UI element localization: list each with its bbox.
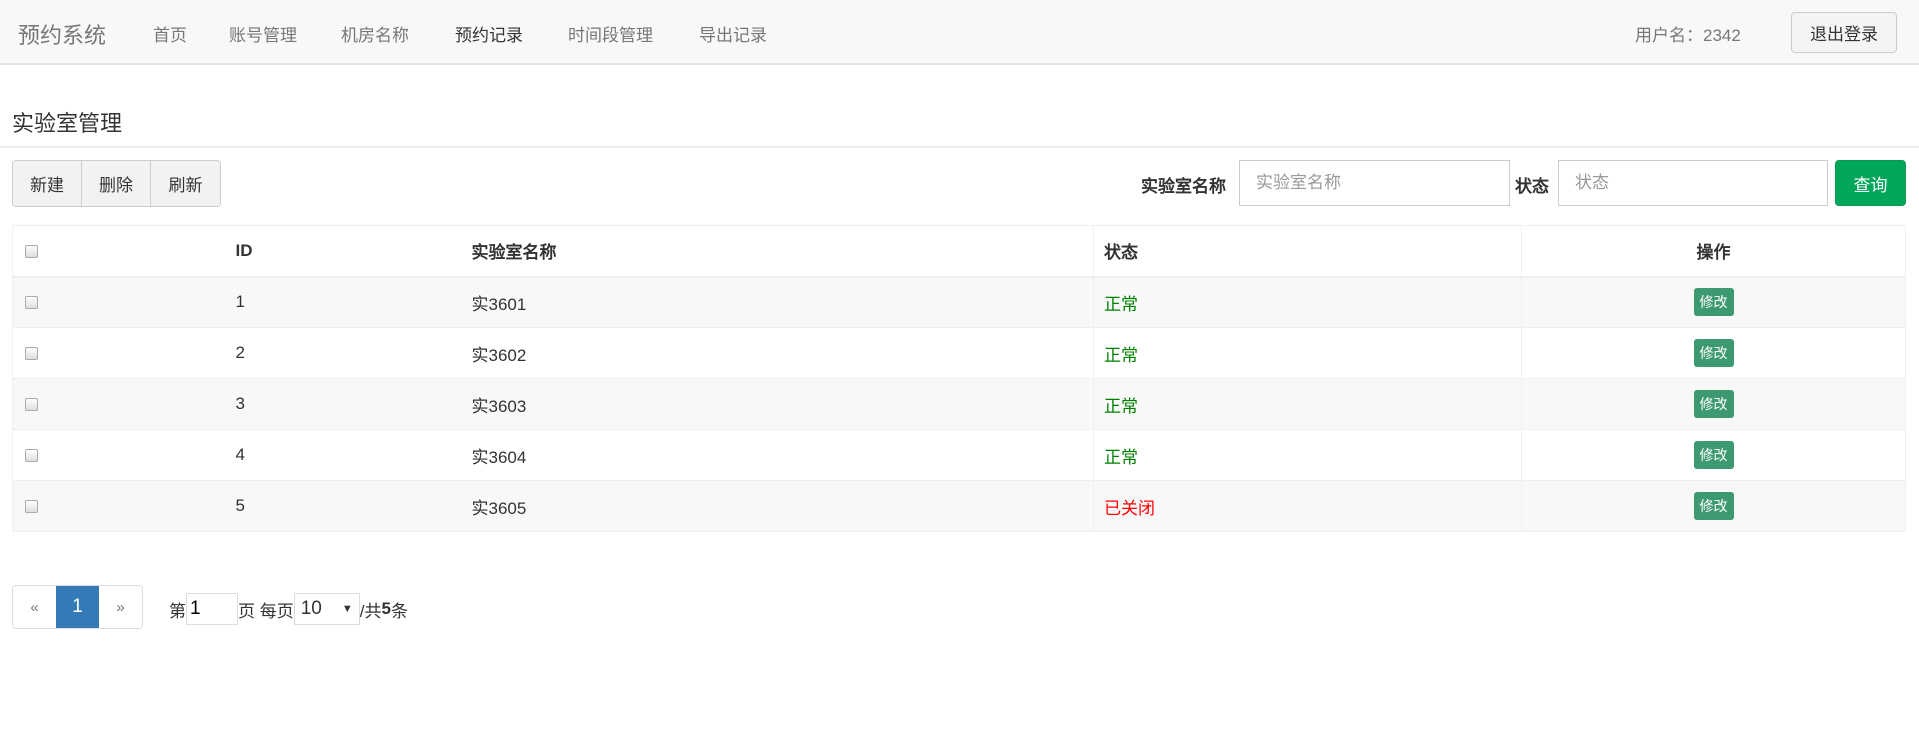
edit-button[interactable]: 修改 [1693,339,1734,367]
cell-name: 实3602 [471,327,1094,379]
page-prefix: 第 [169,601,186,621]
nav-accounts[interactable]: 账号管理 [229,21,297,46]
nav-reservations[interactable]: 预约记录 [455,21,523,46]
nav-rooms[interactable]: 机房名称 [341,21,409,46]
cell-status: 正常 [1093,378,1522,430]
per-page-select[interactable]: 10 ▼ [293,593,360,625]
cell-status: 正常 [1093,429,1522,481]
cell-name: 实3601 [471,276,1094,328]
row-checkbox[interactable] [25,449,38,463]
cell-id: 2 [235,327,472,379]
cell-name: 实3605 [471,480,1094,532]
select-all-checkbox[interactable] [25,244,38,258]
table-row: 1 实3601 正常 修改 [12,276,1906,328]
table-row: 3 实3603 正常 修改 [12,378,1906,430]
edit-button[interactable]: 修改 [1693,492,1734,520]
prev-page-button[interactable]: « [13,586,56,628]
page-1-button[interactable]: 1 [56,586,99,628]
lab-table: ID 实验室名称 状态 操作 1 实3601 正常 修改 2 实3602 正常 … [12,225,1906,532]
row-checkbox[interactable] [25,347,38,361]
table-header: ID 实验室名称 状态 操作 [12,225,1906,278]
status-label: 状态 [1515,177,1549,196]
cell-id: 5 [235,480,472,532]
username: 用户名：2342 [1635,26,1741,45]
total-count: 5 [381,599,391,618]
header-id[interactable]: ID [235,225,472,278]
new-button[interactable]: 新建 [13,161,82,206]
nav-timeslots[interactable]: 时间段管理 [568,21,653,46]
cell-id: 4 [235,429,472,481]
page-info: 第 页 每页 10 ▼ /共 5 条 [169,593,408,625]
page-number-input[interactable] [186,593,238,625]
cell-id: 1 [235,276,472,328]
action-buttons: 新建 删除 刷新 [12,160,221,207]
navbar: 预约系统 首页 账号管理 机房名称 预约记录 时间段管理 导出记录 用户名：23… [0,0,1919,65]
table-row: 4 实3604 正常 修改 [12,429,1906,481]
total-suffix: 条 [390,601,408,621]
edit-button[interactable]: 修改 [1693,441,1734,469]
cell-name: 实3603 [471,378,1094,430]
pagination: « 1 » [12,585,143,629]
cell-status: 正常 [1093,276,1522,328]
brand[interactable]: 预约系统 [18,18,106,50]
per-page-value: 10 [300,598,322,619]
cell-status: 已关闭 [1093,480,1522,532]
cell-status: 正常 [1093,327,1522,379]
next-page-button[interactable]: » [99,586,142,628]
edit-button[interactable]: 修改 [1693,288,1734,317]
nav-export[interactable]: 导出记录 [699,21,767,46]
header-name[interactable]: 实验室名称 [471,225,1094,278]
table-row: 5 实3605 已关闭 修改 [12,480,1906,532]
name-search-input[interactable] [1239,160,1510,206]
page-suffix: 页 每页 [238,601,294,621]
header-status[interactable]: 状态 [1093,225,1522,278]
divider [0,146,1919,148]
delete-button[interactable]: 删除 [82,161,151,206]
nav-home[interactable]: 首页 [153,21,187,46]
row-checkbox[interactable] [25,500,38,514]
row-checkbox[interactable] [25,296,38,310]
cell-name: 实3604 [471,429,1094,481]
edit-button[interactable]: 修改 [1693,390,1734,418]
logout-button[interactable]: 退出登录 [1791,12,1897,53]
cell-id: 3 [235,378,472,430]
row-checkbox[interactable] [25,398,38,412]
refresh-button[interactable]: 刷新 [151,161,220,206]
name-label: 实验室名称 [1141,177,1226,196]
total-prefix: /共 [359,601,382,621]
query-button[interactable]: 查询 [1835,160,1906,206]
dropdown-arrow-icon: ▼ [341,603,353,615]
header-actions: 操作 [1521,225,1906,278]
status-search-input[interactable] [1558,160,1828,206]
table-row: 2 实3602 正常 修改 [12,327,1906,379]
page-title: 实验室管理 [12,111,123,136]
